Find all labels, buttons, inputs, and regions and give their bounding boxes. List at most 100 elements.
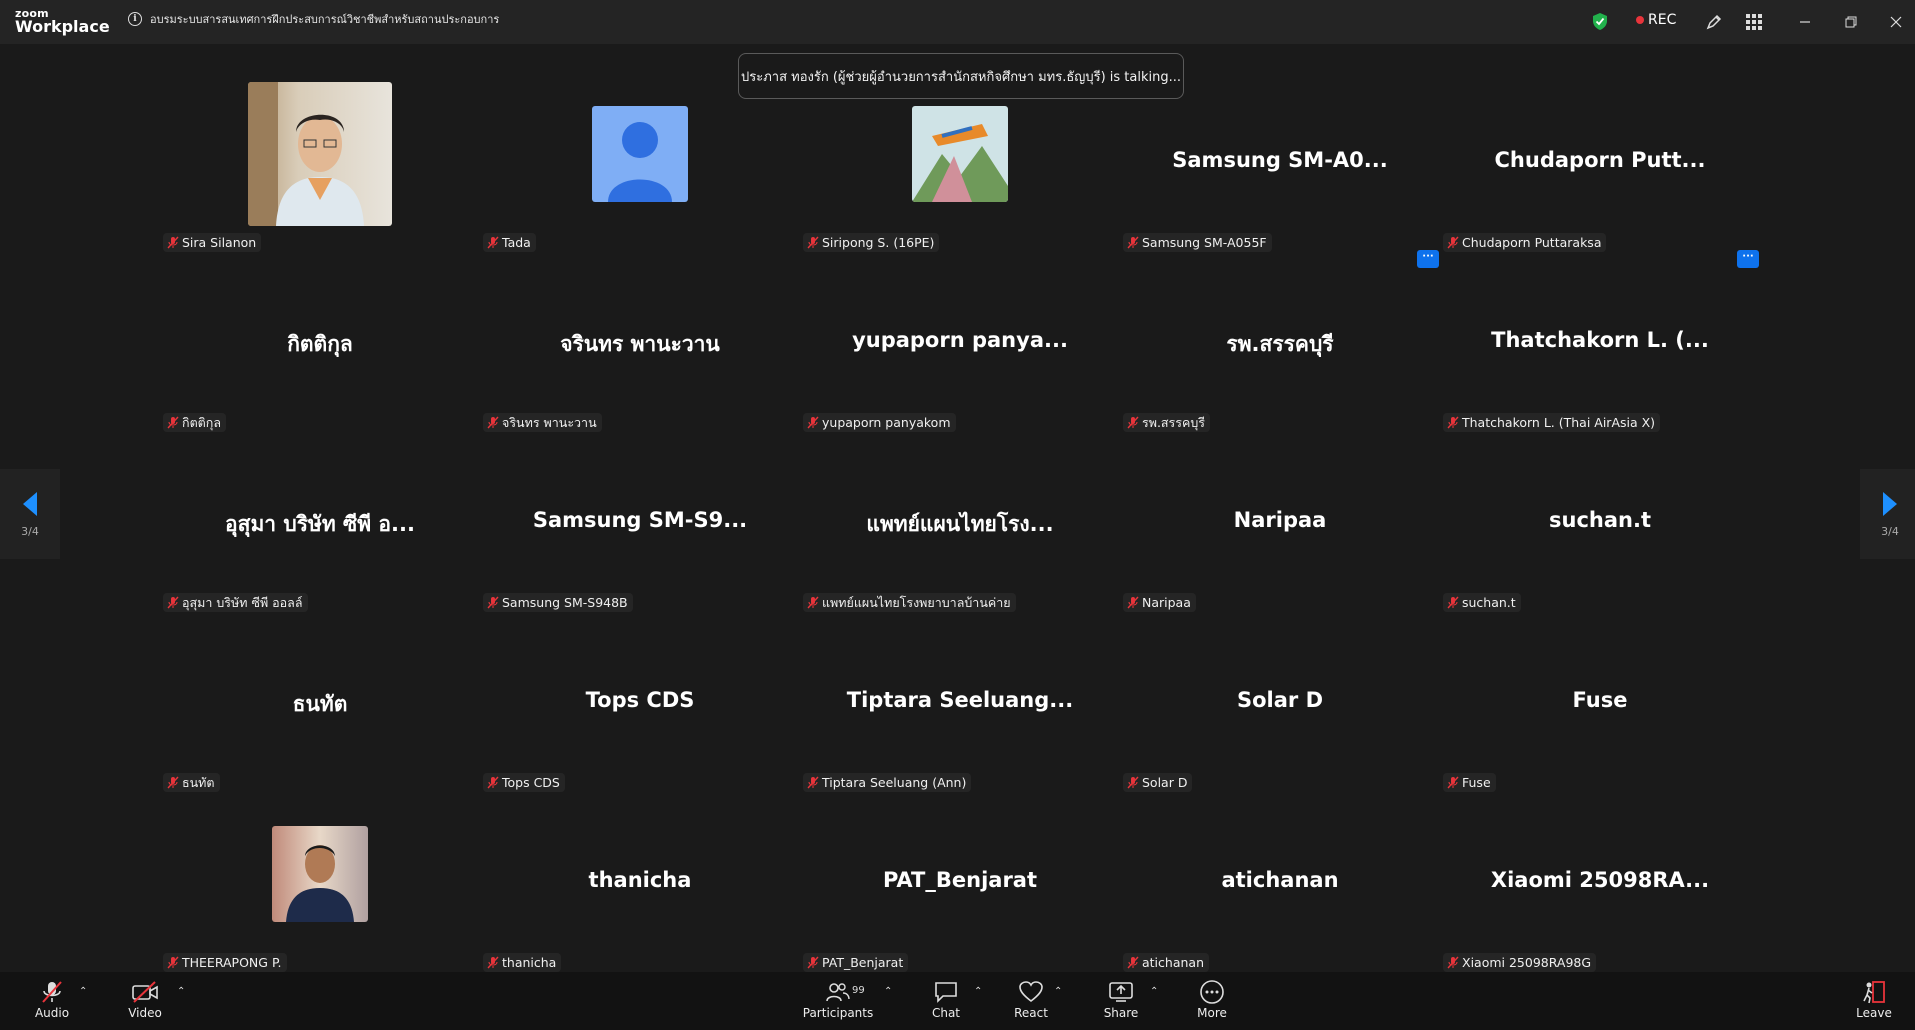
- next-page-button[interactable]: 3/4: [1860, 469, 1915, 559]
- chat-button[interactable]: Chat: [930, 978, 962, 1020]
- participant-tile[interactable]: Xiaomi 25098RA... Xiaomi 25098RA98G: [1440, 800, 1760, 980]
- logo-product: Workplace: [15, 17, 110, 36]
- participant-tile[interactable]: suchan.t suchan.t: [1440, 440, 1760, 620]
- participant-name-label: จรินทร พานะวาน: [483, 413, 602, 432]
- participant-tile[interactable]: Naripaa Naripaa: [1120, 440, 1440, 620]
- microphone-muted-icon: [1447, 596, 1459, 609]
- microphone-muted-icon: [39, 978, 65, 1006]
- participant-name: Samsung SM-A055F: [1142, 235, 1267, 250]
- participant-name-label: atichanan: [1123, 953, 1209, 972]
- more-label: More: [1197, 1006, 1227, 1020]
- previous-page-button[interactable]: 3/4: [0, 469, 60, 559]
- microphone-muted-icon: [1127, 776, 1139, 789]
- participant-tile[interactable]: Chudaporn Putt... Chudaporn Puttaraksa: [1440, 80, 1760, 260]
- participant-display-name: รพ.สรรคบุรี: [1226, 332, 1334, 356]
- participant-tile[interactable]: atichanan atichanan: [1120, 800, 1440, 980]
- participant-tile[interactable]: อุสุมา บริษัท ซีพี อ... อุสุมา บริษัท ซีพ…: [160, 440, 480, 620]
- participant-tile[interactable]: Tops CDS Tops CDS: [480, 620, 800, 800]
- participant-tile[interactable]: yupaporn panya... yupaporn panyakom: [800, 260, 1120, 440]
- share-screen-icon: [1108, 978, 1134, 1006]
- minimize-icon[interactable]: [1794, 11, 1816, 33]
- meeting-info[interactable]: i อบรมระบบสารสนเทศการฝึกประสบการณ์วิชาชี…: [128, 10, 499, 28]
- annotate-icon[interactable]: [1703, 11, 1725, 33]
- participant-name: ธนทัต: [182, 775, 215, 790]
- zoom-logo: zoom Workplace: [15, 8, 110, 35]
- participant-photo: [248, 82, 392, 226]
- chevron-left-icon: [23, 491, 37, 516]
- leave-door-icon: [1861, 978, 1887, 1006]
- microphone-muted-icon: [487, 596, 499, 609]
- chat-options-caret-icon[interactable]: ⌃: [974, 986, 982, 997]
- participant-name-label: suchan.t: [1443, 593, 1521, 612]
- shield-icon[interactable]: [1592, 12, 1608, 31]
- participant-name: Fuse: [1462, 775, 1491, 790]
- gallery-grid-icon[interactable]: [1743, 11, 1765, 33]
- microphone-muted-icon: [1127, 956, 1139, 969]
- participants-options-caret-icon[interactable]: ⌃: [884, 986, 892, 997]
- participant-tile[interactable]: Samsung SM-S9... Samsung SM-S948B: [480, 440, 800, 620]
- more-dots-icon: [1199, 978, 1225, 1006]
- react-options-caret-icon[interactable]: ⌃: [1054, 986, 1062, 997]
- restore-icon[interactable]: [1840, 11, 1862, 33]
- participant-name: suchan.t: [1462, 595, 1516, 610]
- info-icon[interactable]: i: [128, 12, 142, 26]
- participant-tile[interactable]: Tada: [480, 80, 800, 260]
- microphone-muted-icon: [807, 596, 819, 609]
- more-button[interactable]: More: [1196, 978, 1228, 1020]
- participant-tile[interactable]: PAT_Benjarat PAT_Benjarat: [800, 800, 1120, 980]
- participant-tile[interactable]: จรินทร พานะวาน จรินทร พานะวาน: [480, 260, 800, 440]
- close-icon[interactable]: [1885, 11, 1907, 33]
- microphone-muted-icon: [487, 956, 499, 969]
- participant-display-name: Samsung SM-A0...: [1172, 148, 1388, 172]
- participant-tile[interactable]: thanicha thanicha: [480, 800, 800, 980]
- participant-tile[interactable]: ธนทัต ธนทัต: [160, 620, 480, 800]
- participant-tile[interactable]: Samsung SM-A0... Samsung SM-A055F: [1120, 80, 1440, 260]
- participant-display-name: yupaporn panya...: [852, 328, 1068, 352]
- tile-options-button[interactable]: ···: [1737, 250, 1759, 268]
- participant-tile[interactable]: Solar D Solar D: [1120, 620, 1440, 800]
- participant-name: จรินทร พานะวาน: [502, 415, 597, 430]
- microphone-muted-icon: [167, 776, 179, 789]
- participant-name: yupaporn panyakom: [822, 415, 951, 430]
- participant-tile[interactable]: Tiptara Seeluang... Tiptara Seeluang (Ann…: [800, 620, 1120, 800]
- participant-name: Samsung SM-S948B: [502, 595, 628, 610]
- react-button[interactable]: React: [1014, 978, 1048, 1020]
- participant-display-name: Samsung SM-S9...: [532, 508, 748, 532]
- audio-options-caret-icon[interactable]: ⌃: [79, 986, 87, 997]
- participant-name-label: Naripaa: [1123, 593, 1196, 612]
- participant-name: รพ.สรรคบุรี: [1142, 415, 1205, 430]
- participant-name-label: แพทย์แผนไทยโรงพยาบาลบ้านค่าย: [803, 593, 1016, 612]
- microphone-muted-icon: [1127, 236, 1139, 249]
- participant-tile[interactable]: Fuse Fuse: [1440, 620, 1760, 800]
- participant-name-label: Tiptara Seeluang (Ann): [803, 773, 972, 792]
- leave-button[interactable]: Leave: [1856, 978, 1892, 1020]
- video-button[interactable]: Video: [127, 978, 163, 1020]
- participant-tile[interactable]: Thatchakorn L. (... Thatchakorn L. (Thai …: [1440, 260, 1760, 440]
- participant-display-name: กิตติกุล: [287, 332, 353, 356]
- participant-name: กิตติกุล: [182, 415, 222, 430]
- recording-indicator[interactable]: REC: [1636, 12, 1676, 28]
- participant-tile[interactable]: THEERAPONG P.: [160, 800, 480, 980]
- participant-name-label: รพ.สรรคบุรี: [1123, 413, 1210, 432]
- page-indicator-right: 3/4: [1881, 524, 1899, 538]
- share-options-caret-icon[interactable]: ⌃: [1150, 986, 1158, 997]
- participant-tile[interactable]: แพทย์แผนไทยโรง... แพทย์แผนไทยโรงพยาบาลบ้า…: [800, 440, 1120, 620]
- tile-options-button[interactable]: ···: [1417, 250, 1439, 268]
- meeting-controls: Audio ⌃ Video ⌃ Participants 99 ⌃ Chat ⌃…: [0, 972, 1915, 1030]
- microphone-muted-icon: [167, 416, 179, 429]
- participant-name-label: Chudaporn Puttaraksa: [1443, 233, 1607, 252]
- video-off-icon: [131, 978, 159, 1006]
- share-button[interactable]: Share: [1104, 978, 1138, 1020]
- microphone-muted-icon: [167, 236, 179, 249]
- participant-tile[interactable]: Siripong S. (16PE): [800, 80, 1120, 260]
- participant-name-label: กิตติกุล: [163, 413, 227, 432]
- audio-button[interactable]: Audio: [34, 978, 70, 1020]
- participant-tile[interactable]: รพ.สรรคบุรี รพ.สรรคบุรี: [1120, 260, 1440, 440]
- participant-tile[interactable]: Sira Silanon: [160, 80, 480, 260]
- participant-name: THEERAPONG P.: [182, 955, 282, 970]
- microphone-muted-icon: [1447, 776, 1459, 789]
- participant-tile[interactable]: กิตติกุล กิตติกุล: [160, 260, 480, 440]
- participant-display-name: แพทย์แผนไทยโรง...: [866, 512, 1054, 536]
- video-options-caret-icon[interactable]: ⌃: [177, 986, 185, 997]
- participant-display-name: Xiaomi 25098RA...: [1490, 868, 1710, 892]
